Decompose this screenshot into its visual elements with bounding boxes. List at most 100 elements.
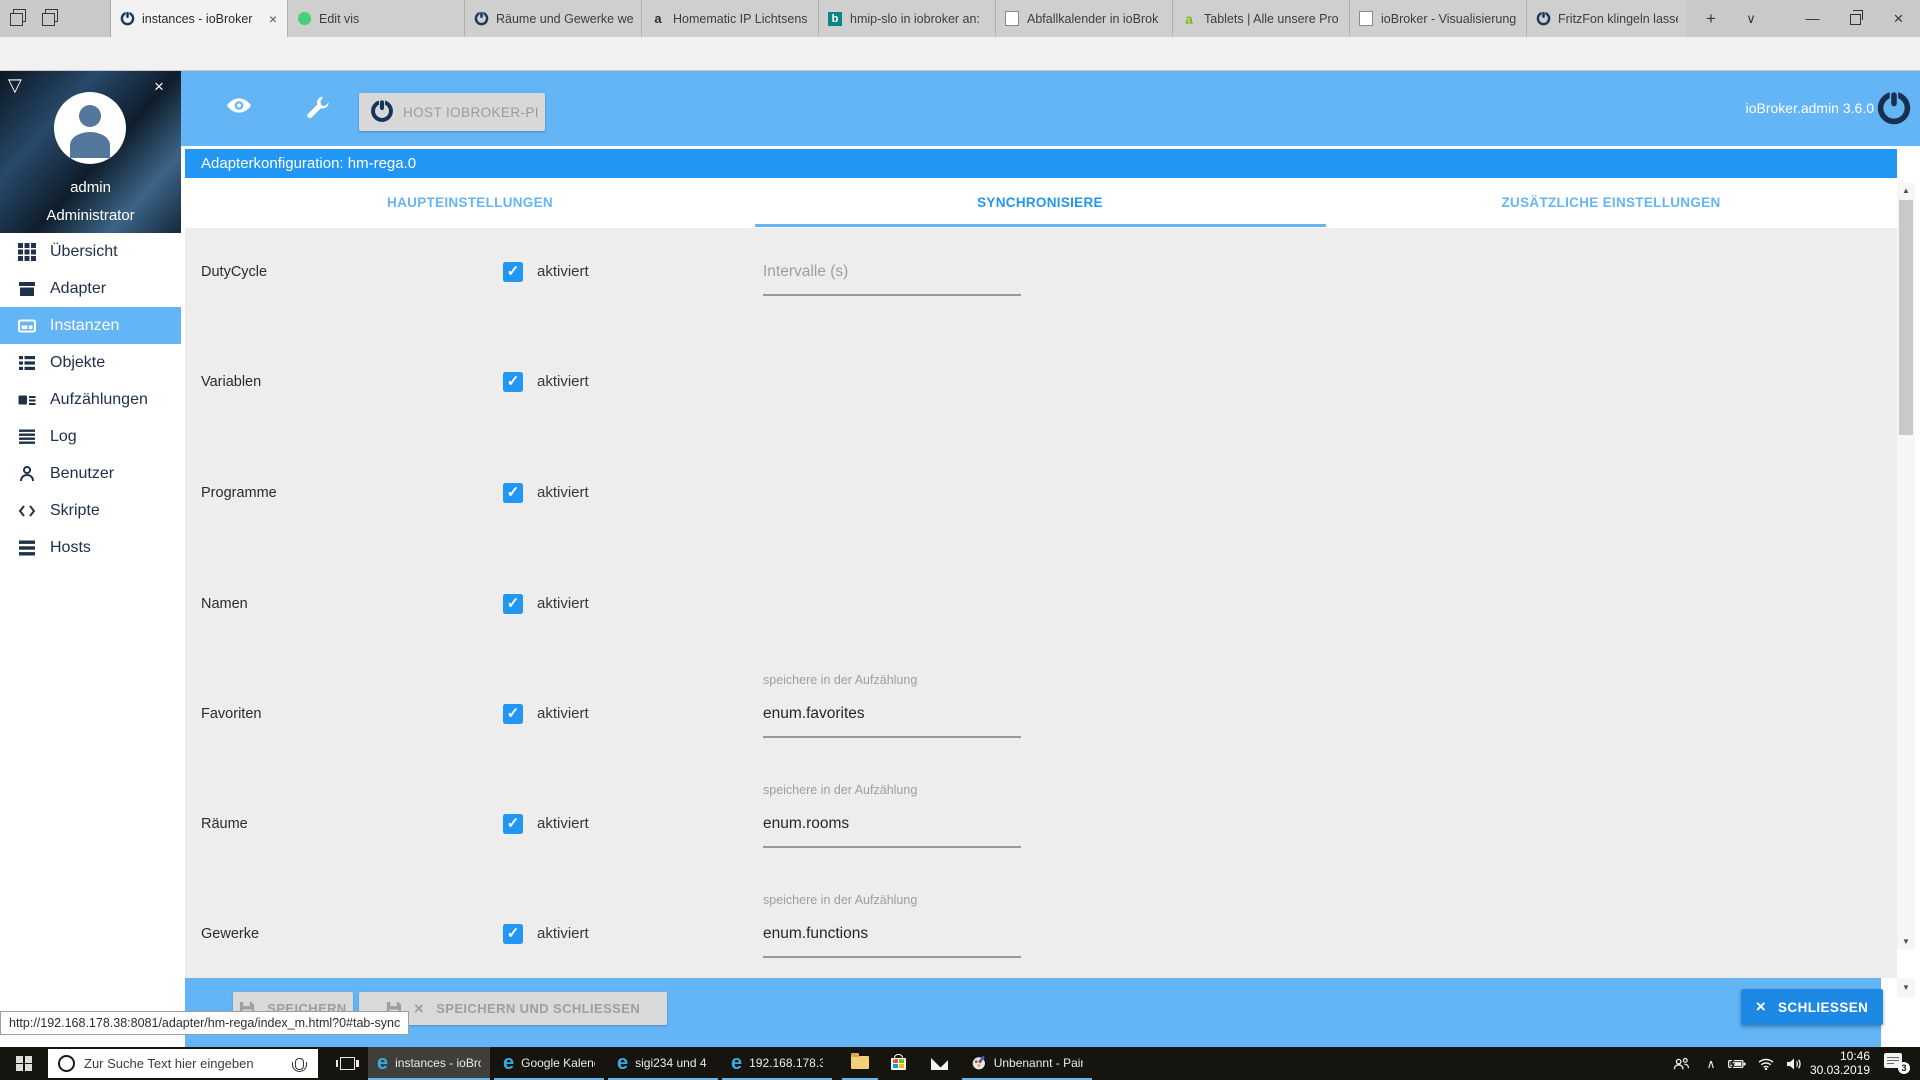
tab-title: hmip-slo in iobroker an: <box>850 11 980 26</box>
edge-icon: e <box>731 1051 743 1074</box>
input-underline <box>763 956 1021 958</box>
raeume-checkbox[interactable]: ✓ <box>503 814 523 834</box>
new-tab-button[interactable]: + <box>1692 0 1730 37</box>
browser-tab-visualisierung[interactable]: ioBroker - Visualisierung <box>1349 0 1526 37</box>
taskbar-app-edge-kalender[interactable]: e Google Kalender - ... <box>494 1047 604 1080</box>
dutycycle-input[interactable]: Intervalle (s) <box>763 252 1021 296</box>
checkbox-label: aktiviert <box>537 595 589 612</box>
browser-tab-raeume[interactable]: Räume und Gewerke we <box>464 0 641 37</box>
tab-close-icon[interactable]: × <box>267 11 279 27</box>
sidebar-item-skripte[interactable]: Skripte <box>0 492 181 529</box>
iobroker-favicon <box>1535 11 1551 27</box>
programme-checkbox[interactable]: ✓ <box>503 483 523 503</box>
eye-icon[interactable] <box>224 95 254 121</box>
grid-icon <box>18 242 36 261</box>
people-icon[interactable] <box>1668 1047 1694 1080</box>
taskbar-app-explorer[interactable] <box>842 1047 878 1080</box>
battery-icon[interactable] <box>1724 1047 1750 1080</box>
action-center-icon[interactable]: 3 <box>1884 1053 1910 1074</box>
sidebar-close-icon[interactable]: × <box>148 77 170 97</box>
microphone-icon[interactable] <box>292 1057 307 1072</box>
raeume-input[interactable]: speichere in der Aufzählung enum.rooms <box>763 783 1021 848</box>
taskbar-app-label: sigi234 und 4 weite... <box>635 1055 709 1070</box>
wifi-icon[interactable] <box>1754 1047 1778 1080</box>
window-restore-button[interactable] <box>1834 0 1877 37</box>
window-minimize-button[interactable]: — <box>1791 0 1834 37</box>
taskbar-app-store[interactable] <box>882 1047 918 1080</box>
vertical-scrollbar[interactable]: ▲ ▼ <box>1897 183 1915 950</box>
task-view-button[interactable] <box>330 1047 364 1080</box>
form-row-variablen: Variablen ✓ aktiviert <box>185 362 1897 406</box>
wrench-icon[interactable] <box>302 95 332 121</box>
taskbar-app-edge-sigi234[interactable]: e sigi234 und 4 weite... <box>608 1047 718 1080</box>
sidebar-item-benutzer[interactable]: Benutzer <box>0 455 181 492</box>
tab-zusaetzliche-einstellungen[interactable]: ZUSÄTZLICHE EINSTELLUNGEN <box>1326 178 1896 228</box>
browser-tab-homematic[interactable]: a Homematic IP Lichtsens <box>641 0 818 37</box>
taskbar-app-paint[interactable]: Unbenannt - Paint <box>962 1047 1092 1080</box>
tab-synchronisiere[interactable]: SYNCHRONISIERE <box>755 178 1325 228</box>
sidebar-item-label: Benutzer <box>50 464 115 482</box>
browser-tab-abfallkalender[interactable]: Abfallkalender in ioBrok <box>995 0 1172 37</box>
sidebar-item-log[interactable]: Log <box>0 418 181 455</box>
iobroker-favicon <box>473 11 489 27</box>
browser-tab-tablets[interactable]: a Tablets | Alle unsere Pro <box>1172 0 1349 37</box>
favoriten-input[interactable]: speichere in der Aufzählung enum.favorit… <box>763 673 1021 738</box>
windows-logo-icon <box>16 1055 32 1072</box>
taskbar-app-edge-ip[interactable]: e 192.168.178.33 und ... <box>722 1047 832 1080</box>
sidebar-item-instanzen[interactable]: Instanzen <box>0 307 181 344</box>
checkbox-label: aktiviert <box>537 263 589 280</box>
gewerke-input[interactable]: speichere in der Aufzählung enum.functio… <box>763 893 1021 958</box>
scrollbar-thumb[interactable] <box>1899 200 1913 435</box>
edge-icon: e <box>617 1051 629 1074</box>
dutycycle-checkbox[interactable]: ✓ <box>503 262 523 282</box>
scroll-up-icon[interactable]: ▲ <box>1897 183 1915 199</box>
avatar <box>54 92 126 164</box>
host-button[interactable]: HOST IOBROKER-PI <box>359 93 545 131</box>
browser-tab-edit-vis[interactable]: Edit vis <box>287 0 464 37</box>
sidebar-item-objekte[interactable]: Objekte <box>0 344 181 381</box>
user-role: Administrator <box>46 207 135 224</box>
tab-haupteinstellungen[interactable]: HAUPTEINSTELLUNGEN <box>185 178 755 228</box>
sidebar-item-hosts[interactable]: Hosts <box>0 529 181 566</box>
scroll-down-icon[interactable]: ▼ <box>1897 978 1915 998</box>
start-button[interactable] <box>0 1047 48 1080</box>
adapter-config-dialog: Adapterkonfiguration: hm-rega.0 HAUPTEIN… <box>185 149 1897 1047</box>
taskbar-app-mail[interactable] <box>922 1047 958 1080</box>
tab-list-chevron-icon[interactable]: ∨ <box>1732 0 1770 37</box>
taskbar-clock[interactable]: 10:46 30.03.2019 <box>1795 1049 1870 1077</box>
close-button[interactable]: × SCHLIESSEN <box>1741 989 1883 1025</box>
browser-tab-fritzfon[interactable]: FritzFon klingeln lassen, <box>1526 0 1686 37</box>
sidebar-item-uebersicht[interactable]: Übersicht <box>0 233 181 270</box>
dialog-title: Adapterkonfiguration: hm-rega.0 <box>185 149 1897 178</box>
user-name: admin <box>70 179 111 196</box>
sidebar-item-aufzaehlungen[interactable]: Aufzählungen <box>0 381 181 418</box>
window-close-button[interactable]: × <box>1877 0 1920 37</box>
variablen-checkbox[interactable]: ✓ <box>503 372 523 392</box>
set-tabs-aside-icon[interactable] <box>40 7 62 29</box>
favoriten-checkbox[interactable]: ✓ <box>503 704 523 724</box>
browser-tab-instances[interactable]: instances - ioBroker × <box>110 0 287 37</box>
hosts-icon <box>19 540 35 555</box>
taskbar-app-edge-instances[interactable]: e instances - ioBroke... <box>368 1047 490 1080</box>
sidebar-item-label: Instanzen <box>50 316 120 334</box>
namen-checkbox[interactable]: ✓ <box>503 594 523 614</box>
paint-icon <box>972 1056 985 1070</box>
checkbox-label: aktiviert <box>537 373 589 390</box>
field-label: speichere in der Aufzählung <box>763 783 918 797</box>
tab-preview-icon[interactable] <box>8 7 30 29</box>
scroll-down-icon[interactable]: ▼ <box>1897 934 1915 950</box>
browser-tab-hmip[interactable]: b hmip-slo in iobroker an: <box>818 0 995 37</box>
taskbar-app-label: instances - ioBroke... <box>395 1055 481 1070</box>
enums-icon <box>18 395 36 405</box>
taskbar-search-input[interactable]: Zur Suche Text hier eingeben <box>48 1049 318 1078</box>
field-label: speichere in der Aufzählung <box>763 673 918 687</box>
objects-icon <box>19 355 35 370</box>
menu-triangle-icon[interactable]: ▽ <box>8 75 22 96</box>
user-icon <box>20 465 34 481</box>
iobroker-sidebar: ▽ × admin Administrator Übersicht Adapte… <box>0 71 181 1047</box>
sidebar-item-adapter[interactable]: Adapter <box>0 270 181 307</box>
sidebar-header: ▽ × admin Administrator <box>0 71 181 233</box>
tray-chevron-up-icon[interactable]: ∧ <box>1700 1047 1722 1080</box>
taskbar-app-label: Google Kalender - ... <box>521 1055 595 1070</box>
gewerke-checkbox[interactable]: ✓ <box>503 924 523 944</box>
